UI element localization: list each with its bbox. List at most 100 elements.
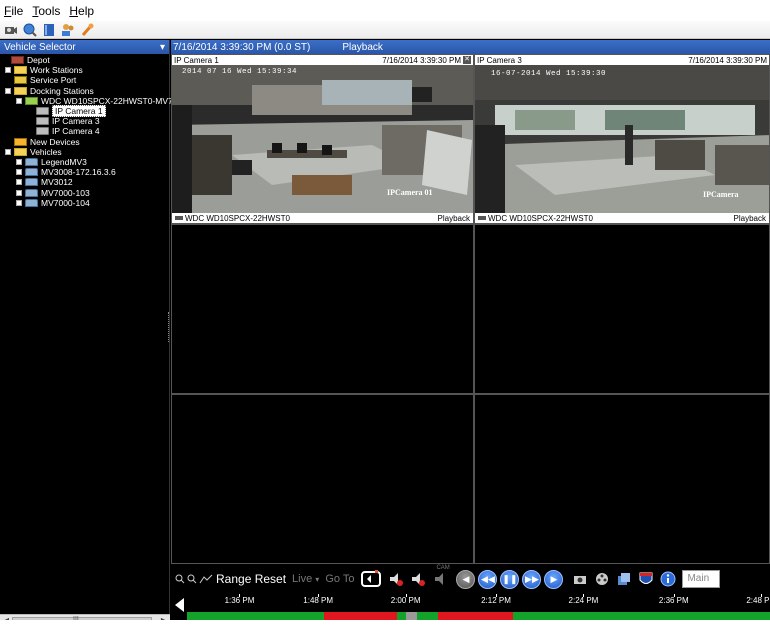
veh-icon xyxy=(25,198,38,207)
tree-item-label: MV7000-104 xyxy=(41,197,90,208)
globe-search-icon[interactable] xyxy=(23,23,37,37)
video-area: 7/16/2014 3:39:30 PM (0.0 ST) Playback I… xyxy=(171,40,770,627)
camera-feed-3[interactable]: 16-07-2014 Wed 15:39:30 IPCamera xyxy=(475,65,769,213)
timeline-event-segment[interactable] xyxy=(437,612,514,620)
camera-snapshot-icon[interactable] xyxy=(572,571,588,587)
camera-tile-1[interactable]: IP Camera 1 7/16/2014 3:39:30 PM ✕ 2014 … xyxy=(171,54,474,224)
playback-mode: Playback xyxy=(342,41,383,53)
veh-icon xyxy=(25,188,38,197)
app-window: File Tools Help Vehicle Selector ▾ Depot… xyxy=(0,0,770,627)
camera-watermark: IPCamera xyxy=(703,190,739,199)
camera-feed-1[interactable]: 2014 07 16 Wed 15:39:34 IPCamera 01 xyxy=(172,65,473,213)
info-icon[interactable] xyxy=(660,571,676,587)
camera-tile-footer: WDC WD10SPCX-22HWST0 Playback xyxy=(172,213,473,223)
menu-tools[interactable]: Tools xyxy=(32,4,60,18)
zoom-out-icon[interactable] xyxy=(187,571,197,587)
sync-icon[interactable] xyxy=(360,570,382,587)
tree-item[interactable]: MV3008-172.16.3.6 xyxy=(0,167,169,177)
vehicle-selector-title: Vehicle Selector xyxy=(4,41,76,53)
menu-file[interactable]: File xyxy=(4,4,23,18)
tree-item[interactable]: MV7000-103 xyxy=(0,187,169,198)
expand-icon[interactable] xyxy=(16,179,22,186)
tree-item[interactable]: Work Stations xyxy=(0,65,169,75)
camera-tile-3[interactable]: IP Camera 3 7/16/2014 3:39:30 PM 16-07-2… xyxy=(474,54,770,224)
playback-time: 7/16/2014 3:39:30 PM (0.0 ST) xyxy=(173,41,311,53)
tree-item-label: Docking Stations xyxy=(30,85,94,96)
expand-icon[interactable] xyxy=(5,67,11,74)
camera-grid: IP Camera 1 7/16/2014 3:39:30 PM ✕ 2014 … xyxy=(171,54,770,604)
range-reset-button[interactable]: Range Reset xyxy=(216,572,286,586)
tree-item-label: Service Port xyxy=(30,75,77,86)
timeline-gap-segment[interactable] xyxy=(405,612,418,620)
timeline-tick-label: 1:36 PM xyxy=(214,594,264,605)
cam-icon xyxy=(36,107,49,116)
live-dropdown[interactable]: Live ▾ xyxy=(292,573,319,585)
timeline-back-icon[interactable] xyxy=(175,598,184,612)
speaker-alt-muted-icon[interactable] xyxy=(410,571,426,587)
users-icon[interactable] xyxy=(61,23,75,37)
camera-time: 7/16/2014 3:39:30 PM xyxy=(382,55,461,65)
expand-icon[interactable] xyxy=(16,189,22,196)
next-segment-icon[interactable]: ▶ xyxy=(544,569,564,589)
empty-tile[interactable] xyxy=(171,224,474,394)
camera-status: Playback xyxy=(437,213,470,223)
empty-tile[interactable] xyxy=(171,394,474,564)
stream-select[interactable]: Main xyxy=(682,570,721,588)
prev-segment-icon[interactable]: ◀ xyxy=(456,569,476,589)
expand-icon[interactable] xyxy=(16,169,22,176)
expand-icon[interactable] xyxy=(16,199,22,206)
cam-icon xyxy=(36,127,49,136)
tree-item[interactable]: Service Port xyxy=(0,75,169,85)
camera-icon[interactable] xyxy=(4,23,18,37)
film-reel-icon[interactable] xyxy=(594,571,610,587)
speaker-muted-icon[interactable] xyxy=(388,571,404,587)
camera-time: 7/16/2014 3:39:30 PM xyxy=(688,55,767,65)
veh-icon xyxy=(25,157,38,166)
empty-tile[interactable] xyxy=(474,394,770,564)
tree-item[interactable]: Vehicles xyxy=(0,147,169,157)
tree-item-label: MV7000-103 xyxy=(41,187,90,198)
tree-item[interactable]: MV3012 xyxy=(0,177,169,187)
expand-icon[interactable] xyxy=(5,148,11,155)
tree-item[interactable]: Docking Stations xyxy=(0,86,169,96)
menu-help-accel: H xyxy=(69,3,79,18)
range-icon[interactable] xyxy=(199,571,213,587)
tree-item[interactable]: Depot xyxy=(0,55,169,65)
pause-icon[interactable]: ❚❚ xyxy=(500,569,520,589)
timeline-event-segment[interactable] xyxy=(324,612,397,620)
expand-icon[interactable] xyxy=(16,158,22,165)
expand-icon[interactable] xyxy=(5,87,11,94)
wrench-icon[interactable] xyxy=(80,23,94,37)
menu-tools-label: ools xyxy=(38,3,61,18)
tree-item[interactable]: IP Camera 1 xyxy=(0,105,169,118)
chevron-down-icon: ▾ xyxy=(315,575,320,584)
timeline-recording-bar[interactable] xyxy=(187,612,770,620)
tree-item-label: LegendMV3 xyxy=(41,156,87,167)
tree-item[interactable]: IP Camera 3 xyxy=(0,116,169,126)
port-icon xyxy=(14,76,27,85)
menu-help[interactable]: Help xyxy=(69,4,94,18)
tree-item[interactable]: New Devices xyxy=(0,137,169,147)
book-icon[interactable] xyxy=(42,23,56,37)
zoom-in-icon[interactable] xyxy=(175,571,185,587)
cam-audio-icon[interactable]: CAM xyxy=(432,565,450,587)
goto-button[interactable]: Go To xyxy=(325,573,354,585)
timeline-tick-label: 2:24 PM xyxy=(558,594,608,605)
close-icon[interactable]: ✕ xyxy=(463,56,471,64)
highway-shield-icon[interactable] xyxy=(638,571,654,587)
folder-icon xyxy=(14,147,27,156)
rewind-icon[interactable]: ◀◀ xyxy=(478,569,498,589)
panel-pin-icon[interactable]: ▾ xyxy=(160,42,165,53)
tree-item[interactable]: IP Camera 4 xyxy=(0,126,169,136)
tree-item[interactable]: MV7000-104 xyxy=(0,198,169,208)
fast-forward-icon[interactable]: ▶▶ xyxy=(522,569,542,589)
camera-status: Playback xyxy=(733,213,766,223)
cam-icon xyxy=(36,117,49,126)
tree-item-label: Vehicles xyxy=(30,146,62,157)
tree-item-label: MV3012 xyxy=(41,177,73,188)
tree-item-label: IP Camera 3 xyxy=(52,116,100,127)
tree-item[interactable]: LegendMV3 xyxy=(0,157,169,167)
empty-tile[interactable] xyxy=(474,224,770,394)
copy-icon[interactable] xyxy=(616,571,632,587)
expand-icon[interactable] xyxy=(16,97,22,104)
